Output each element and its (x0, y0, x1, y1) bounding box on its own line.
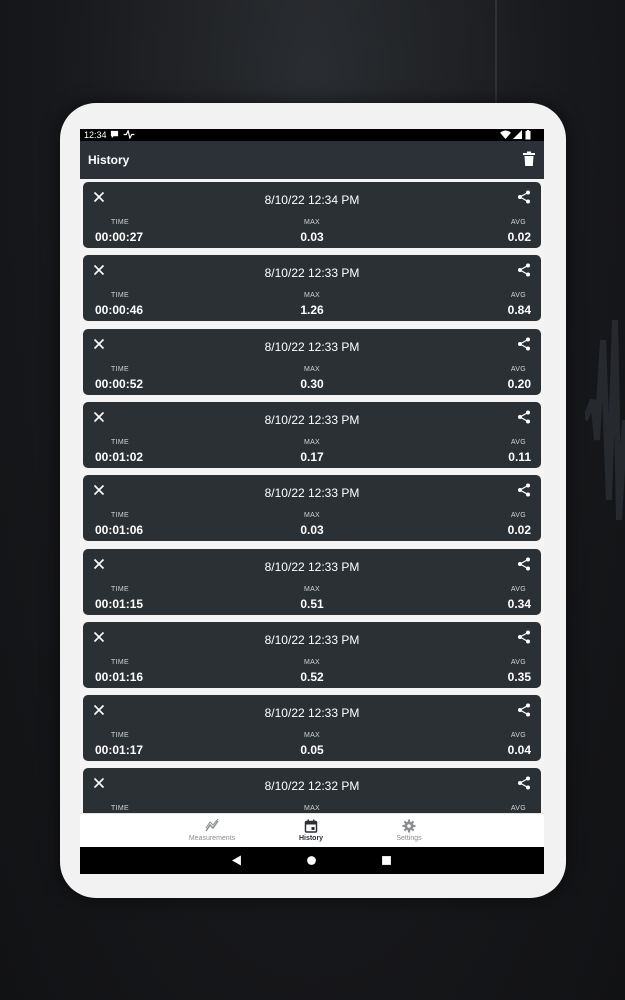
history-card-date: 8/10/22 12:33 PM (264, 412, 360, 427)
background-line (495, 0, 497, 110)
nav-label-measurements: Measurements (188, 835, 236, 842)
status-bar: 12:34 (80, 129, 544, 141)
nav-label-history: History (298, 835, 324, 842)
avg-value: 0.84 (507, 303, 531, 318)
share-icon[interactable] (517, 630, 531, 644)
history-card[interactable]: 8/10/22 12:32 PM TIME MAX AVG (83, 768, 541, 813)
max-value: 0.51 (300, 596, 324, 611)
share-icon[interactable] (517, 337, 531, 351)
tablet-frame: 12:34 History 8/10/22 12:34 PM TIME 00:0… (60, 103, 566, 898)
background-waveform (585, 319, 625, 521)
chat-bubble-icon (110, 130, 119, 139)
history-card[interactable]: 8/10/22 12:33 PM TIME 00:00:52 MAX 0.30 … (83, 328, 541, 395)
nav-item-settings[interactable]: Settings (364, 814, 454, 848)
share-icon[interactable] (517, 263, 531, 277)
history-card-date: 8/10/22 12:32 PM (264, 779, 360, 794)
max-label: MAX (303, 585, 321, 593)
avg-value: 0.20 (507, 376, 531, 391)
history-card[interactable]: 8/10/22 12:33 PM TIME 00:01:02 MAX 0.17 … (83, 401, 541, 468)
avg-label: AVG (510, 292, 526, 300)
app-bar: History (80, 141, 544, 179)
avg-label: AVG (510, 658, 526, 666)
avg-label: AVG (510, 585, 526, 593)
history-card-date: 8/10/22 12:33 PM (264, 339, 360, 354)
avg-value: 0.35 (507, 669, 531, 684)
avg-label: AVG (510, 512, 526, 520)
battery-icon (525, 130, 531, 140)
system-navigation-bar (80, 847, 544, 874)
history-card[interactable]: 8/10/22 12:33 PM TIME 00:00:46 MAX 1.26 … (83, 255, 541, 322)
history-list[interactable]: 8/10/22 12:34 PM TIME 00:00:27 MAX 0.03 … (80, 179, 544, 813)
share-icon[interactable] (517, 776, 531, 790)
avg-label: AVG (510, 732, 526, 740)
history-card-date: 8/10/22 12:33 PM (264, 486, 360, 501)
share-icon[interactable] (517, 703, 531, 717)
max-label: MAX (303, 658, 321, 666)
signal-icon (513, 130, 522, 139)
max-label: MAX (303, 292, 321, 300)
nav-label-settings: Settings (396, 835, 422, 842)
history-card-date: 8/10/22 12:33 PM (264, 706, 360, 721)
share-icon[interactable] (517, 410, 531, 424)
max-value: 1.26 (300, 303, 324, 318)
history-card[interactable]: 8/10/22 12:34 PM TIME 00:00:27 MAX 0.03 … (83, 182, 541, 248)
max-value: 0.05 (300, 743, 324, 758)
history-card[interactable]: 8/10/22 12:33 PM TIME 00:01:16 MAX 0.52 … (83, 621, 541, 688)
share-icon[interactable] (517, 190, 531, 204)
avg-value: 0.02 (507, 523, 531, 538)
max-label: MAX (303, 732, 321, 740)
max-value: 0.03 (300, 523, 324, 538)
avg-value: 0.34 (507, 596, 531, 611)
history-card-date: 8/10/22 12:33 PM (264, 559, 360, 574)
history-card[interactable]: 8/10/22 12:33 PM TIME 00:01:15 MAX 0.51 … (83, 548, 541, 615)
avg-label: AVG (510, 219, 526, 226)
avg-label: AVG (510, 438, 526, 446)
avg-label: AVG (510, 365, 526, 373)
gear-icon (402, 819, 416, 833)
max-label: MAX (303, 219, 321, 226)
home-circle-icon[interactable] (306, 855, 317, 866)
avg-value: 0.11 (508, 449, 531, 464)
history-card-date: 8/10/22 12:33 PM (264, 632, 360, 647)
history-card-date: 8/10/22 12:34 PM (264, 193, 360, 207)
history-card[interactable]: 8/10/22 12:33 PM TIME 00:01:17 MAX 0.05 … (83, 695, 541, 762)
max-value: 0.30 (300, 376, 324, 391)
recents-square-icon[interactable] (381, 855, 392, 866)
avg-value: 0.02 (507, 230, 531, 244)
max-value: 0.52 (300, 669, 324, 684)
nav-item-history[interactable]: History (266, 814, 356, 848)
wifi-icon (500, 130, 511, 139)
share-icon[interactable] (517, 557, 531, 571)
pulse-icon (123, 130, 135, 139)
calendar-icon (304, 819, 318, 833)
share-icon[interactable] (517, 483, 531, 497)
back-triangle-icon[interactable] (231, 855, 242, 866)
chart-line-icon (205, 819, 219, 832)
bottom-navigation: Measurements History Settings (80, 813, 544, 848)
avg-value: 0.04 (507, 743, 531, 758)
max-label: MAX (303, 805, 321, 813)
history-card[interactable]: 8/10/22 12:33 PM TIME 00:01:06 MAX 0.03 … (83, 475, 541, 542)
device-screen: 12:34 History 8/10/22 12:34 PM TIME 00:0… (80, 129, 544, 874)
max-value: 0.17 (300, 449, 324, 464)
max-label: MAX (303, 365, 321, 373)
nav-item-measurements[interactable]: Measurements (167, 814, 257, 848)
max-value: 0.03 (300, 230, 324, 244)
max-label: MAX (303, 438, 321, 446)
status-time: 12:34 (84, 130, 107, 140)
avg-label: AVG (510, 805, 526, 813)
history-card-date: 8/10/22 12:33 PM (264, 266, 360, 281)
max-label: MAX (303, 512, 321, 520)
page-title: History (88, 153, 130, 167)
trash-icon[interactable] (522, 151, 536, 167)
